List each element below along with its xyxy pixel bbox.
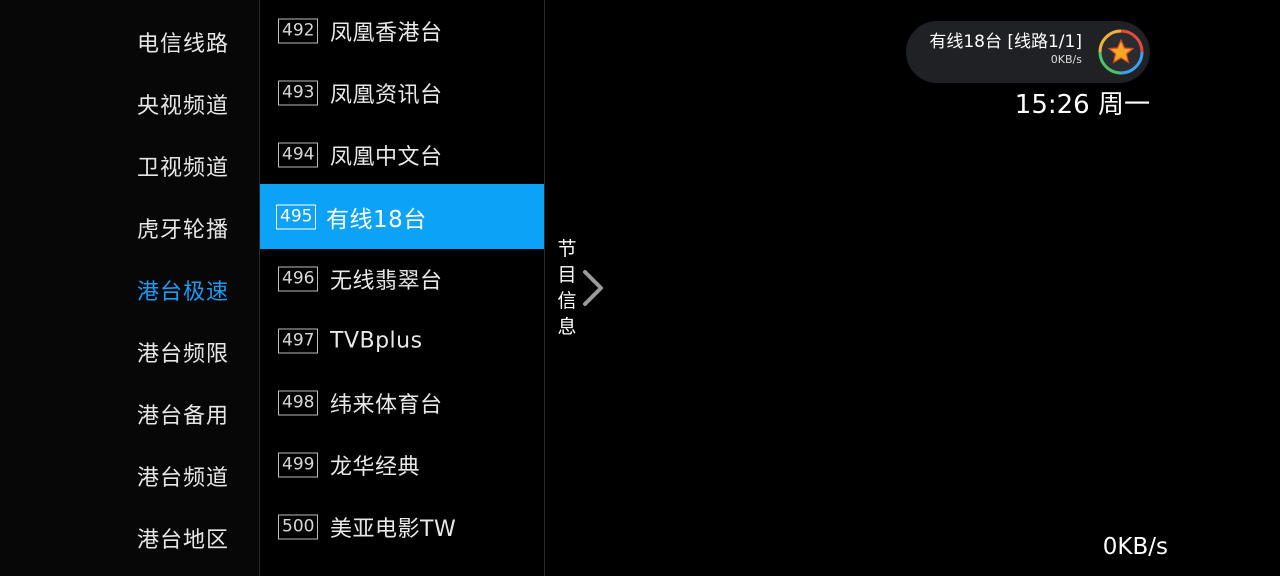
category-item-telecom[interactable]: 电信线路 — [137, 25, 229, 65]
channel-name: 无线翡翠台 — [330, 269, 443, 294]
now-playing-speed: 0KB/s — [1050, 53, 1082, 66]
channel-name: 凤凰资讯台 — [330, 83, 443, 108]
channel-item[interactable]: 500 美亚电影TW — [260, 496, 544, 558]
chevron-right-icon[interactable] — [580, 268, 606, 308]
clock-weekday: 15:26 周一 — [1014, 90, 1150, 120]
channel-item[interactable]: 496 无线翡翠台 — [260, 248, 544, 310]
channel-number: 493 — [278, 80, 319, 106]
program-info-char: 信 — [557, 290, 577, 312]
channel-item[interactable]: 497 TVBplus — [260, 310, 544, 372]
channel-list: 492 凤凰香港台 493 凤凰资讯台 494 凤凰中文台 495 有线18台 … — [260, 0, 545, 576]
channel-number: 496 — [278, 266, 319, 292]
category-item-hk-channels[interactable]: 港台频道 — [137, 459, 229, 499]
channel-name: 美亚电影TW — [330, 517, 457, 542]
channel-item[interactable]: 494 凤凰中文台 — [260, 124, 544, 186]
channel-name: TVBplus — [330, 328, 423, 354]
channel-name: 龙华经典 — [330, 455, 421, 480]
now-playing-title: 有线18台 [线路1/1] — [929, 32, 1082, 52]
category-item-hk-limited[interactable]: 港台频限 — [137, 335, 229, 375]
program-info-tab[interactable]: 节 目 信 息 — [552, 236, 582, 340]
channel-name: 纬来体育台 — [330, 393, 443, 418]
channel-item[interactable]: 498 纬来体育台 — [260, 372, 544, 434]
channel-item[interactable]: 493 凤凰资讯台 — [260, 62, 544, 124]
category-item-satellite[interactable]: 卫视频道 — [137, 149, 229, 189]
category-item-cctv[interactable]: 央视频道 — [137, 87, 229, 127]
category-item-hk-backup[interactable]: 港台备用 — [137, 397, 229, 437]
category-list: 电信线路 央视频道 卫视频道 虎牙轮播 港台极速 港台频限 港台备用 港台频道 … — [0, 0, 260, 576]
channel-number: 492 — [278, 18, 319, 44]
category-item-hk-fast[interactable]: 港台极速 — [137, 273, 229, 313]
channel-name: 凤凰香港台 — [330, 21, 443, 46]
channel-number: 495 — [276, 204, 317, 229]
program-info-char: 息 — [557, 316, 577, 338]
channel-number: 494 — [278, 142, 319, 168]
channel-number: 498 — [278, 390, 319, 416]
channel-number: 499 — [278, 452, 319, 478]
star-logo-icon — [1098, 29, 1144, 75]
now-playing-status: 有线18台 [线路1/1] 0KB/s — [906, 21, 1150, 83]
channel-item-selected[interactable]: 495 有线18台 — [260, 184, 544, 249]
channel-name: 凤凰中文台 — [330, 145, 443, 170]
program-info-char: 目 — [557, 264, 577, 286]
channel-name: 有线18台 — [326, 206, 427, 233]
network-speed: 0KB/s — [1102, 534, 1168, 560]
channel-item[interactable]: 499 龙华经典 — [260, 434, 544, 496]
program-info-char: 节 — [557, 238, 577, 260]
channel-item[interactable]: 492 凤凰香港台 — [260, 0, 544, 62]
channel-number: 500 — [278, 514, 319, 540]
channel-number: 497 — [278, 328, 319, 354]
category-item-hk-region[interactable]: 港台地区 — [137, 521, 229, 561]
category-item-huya[interactable]: 虎牙轮播 — [137, 211, 229, 251]
